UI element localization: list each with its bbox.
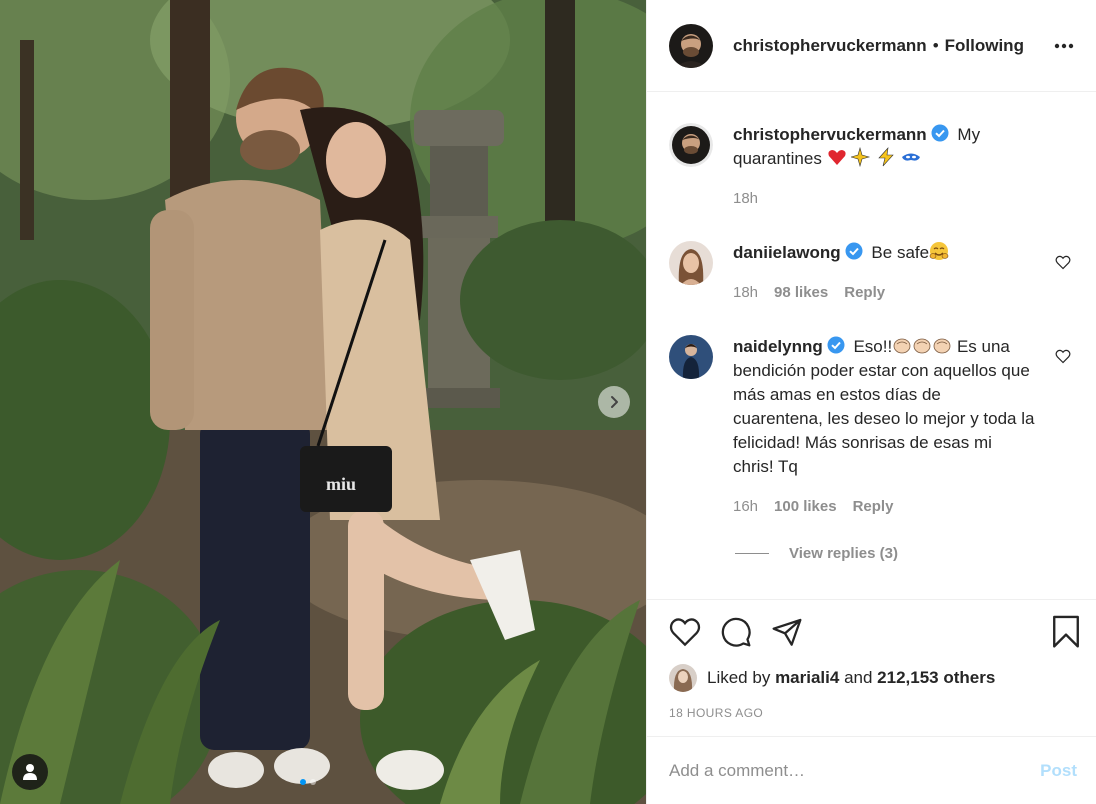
commenter-username[interactable]: naidelynng <box>733 337 823 356</box>
comment-item: daniielawong Be safe 18h 98 likes Reply <box>669 241 1075 305</box>
comment-input[interactable] <box>669 760 1041 781</box>
comment-item: naidelynng Eso!! Es una bendición poder … <box>669 335 1075 519</box>
comment-meta: 16h 100 likes Reply <box>733 495 1035 519</box>
lightning-icon <box>878 147 894 167</box>
caption-time[interactable]: 18h <box>733 187 758 211</box>
author-avatar[interactable] <box>669 123 713 167</box>
post-actions: Liked by mariali4 and 212,153 others 18 … <box>647 599 1096 720</box>
liker-avatar[interactable] <box>669 664 697 692</box>
comment-likes[interactable]: 98 likes <box>774 281 828 305</box>
view-replies-button[interactable]: View replies (3) <box>735 545 1075 562</box>
more-icon <box>1054 43 1074 48</box>
author-avatar[interactable] <box>669 23 713 68</box>
carousel-indicator <box>300 779 316 785</box>
likes-summary: Liked by mariali4 and 212,153 others <box>669 664 1081 692</box>
post-details-panel: christophervuckermann • Following christ… <box>646 0 1096 804</box>
verified-badge-icon <box>827 336 845 354</box>
commenter-username[interactable]: daniielawong <box>733 243 841 262</box>
save-icon <box>1053 615 1079 648</box>
comment-text-prefix: Eso!! <box>853 337 893 356</box>
caption: christophervuckermann My quarantines 18h <box>669 123 1075 211</box>
post-header: christophervuckermann • Following <box>647 0 1096 92</box>
hugging-face-icon <box>929 242 949 260</box>
commenter-avatar[interactable] <box>669 335 713 379</box>
comment-time[interactable]: 18h <box>733 281 758 305</box>
caption-meta: 18h <box>733 187 1035 211</box>
comment-text: Be safe <box>871 243 930 262</box>
reply-button[interactable]: Reply <box>844 281 885 305</box>
comment-button[interactable] <box>720 616 752 648</box>
liked-by-middle: and <box>844 668 873 687</box>
user-tag-icon <box>23 764 37 780</box>
liker-username[interactable]: mariali4 <box>775 668 839 687</box>
carousel-next-button[interactable] <box>598 386 630 418</box>
liked-by-prefix: Liked by <box>707 668 771 687</box>
comment-text: Es una bendición poder estar con aquello… <box>733 337 1035 476</box>
like-icon <box>669 618 701 647</box>
commenter-avatar[interactable] <box>669 241 713 285</box>
tagged-users-button[interactable] <box>12 754 48 790</box>
carousel-dot <box>300 779 306 785</box>
comment-body: naidelynng Eso!! Es una bendición poder … <box>733 335 1075 519</box>
comment-body: daniielawong Be safe 18h 98 likes Reply <box>733 241 1075 305</box>
chevron-right-icon <box>611 396 618 408</box>
svg-text:miu: miu <box>326 474 356 494</box>
more-options-button[interactable] <box>1048 37 1080 55</box>
post-comment-button[interactable]: Post <box>1040 761 1077 781</box>
comment-like-button[interactable] <box>1055 255 1071 275</box>
comment-like-button[interactable] <box>1055 349 1071 369</box>
carousel-dot <box>310 779 316 785</box>
save-button[interactable] <box>1051 615 1081 649</box>
author-username[interactable]: christophervuckermann <box>733 36 927 56</box>
red-heart-icon <box>828 150 846 165</box>
heart-outline-icon <box>1055 349 1071 364</box>
heart-outline-icon <box>1055 255 1071 270</box>
clapping-hands-icon <box>933 338 951 354</box>
sparkles-icon <box>851 147 871 167</box>
post-timestamp[interactable]: 18 HOURS AGO <box>669 706 1081 720</box>
following-button[interactable]: Following <box>945 36 1024 56</box>
view-replies-label: View replies (3) <box>789 545 898 562</box>
verified-badge-icon <box>845 242 863 260</box>
like-button[interactable] <box>669 617 701 647</box>
post-photo[interactable]: miu <box>0 0 646 804</box>
share-button[interactable] <box>771 617 803 647</box>
superhero-mask-icon <box>901 153 920 161</box>
action-icons <box>669 614 1081 650</box>
clapping-hands-icon <box>893 338 911 354</box>
comment-composer: Post <box>647 736 1096 804</box>
reply-button[interactable]: Reply <box>853 495 894 519</box>
verified-badge-icon <box>931 124 949 142</box>
comment-icon <box>721 617 751 647</box>
likes-count[interactable]: 212,153 others <box>877 668 995 687</box>
replies-divider <box>735 553 769 554</box>
caption-body: christophervuckermann My quarantines 18h <box>733 123 1075 211</box>
comment-time[interactable]: 16h <box>733 495 758 519</box>
share-icon <box>772 618 802 646</box>
photo-scene: miu <box>0 0 646 804</box>
separator-dot: • <box>932 35 939 55</box>
comment-likes[interactable]: 100 likes <box>774 495 837 519</box>
comments-list[interactable]: christophervuckermann My quarantines 18h <box>647 93 1096 599</box>
comment-meta: 18h 98 likes Reply <box>733 281 1035 305</box>
caption-username[interactable]: christophervuckermann <box>733 125 927 144</box>
clapping-hands-icon <box>913 338 931 354</box>
post-modal: miu christophervuckermann • Following ch… <box>0 0 1096 804</box>
